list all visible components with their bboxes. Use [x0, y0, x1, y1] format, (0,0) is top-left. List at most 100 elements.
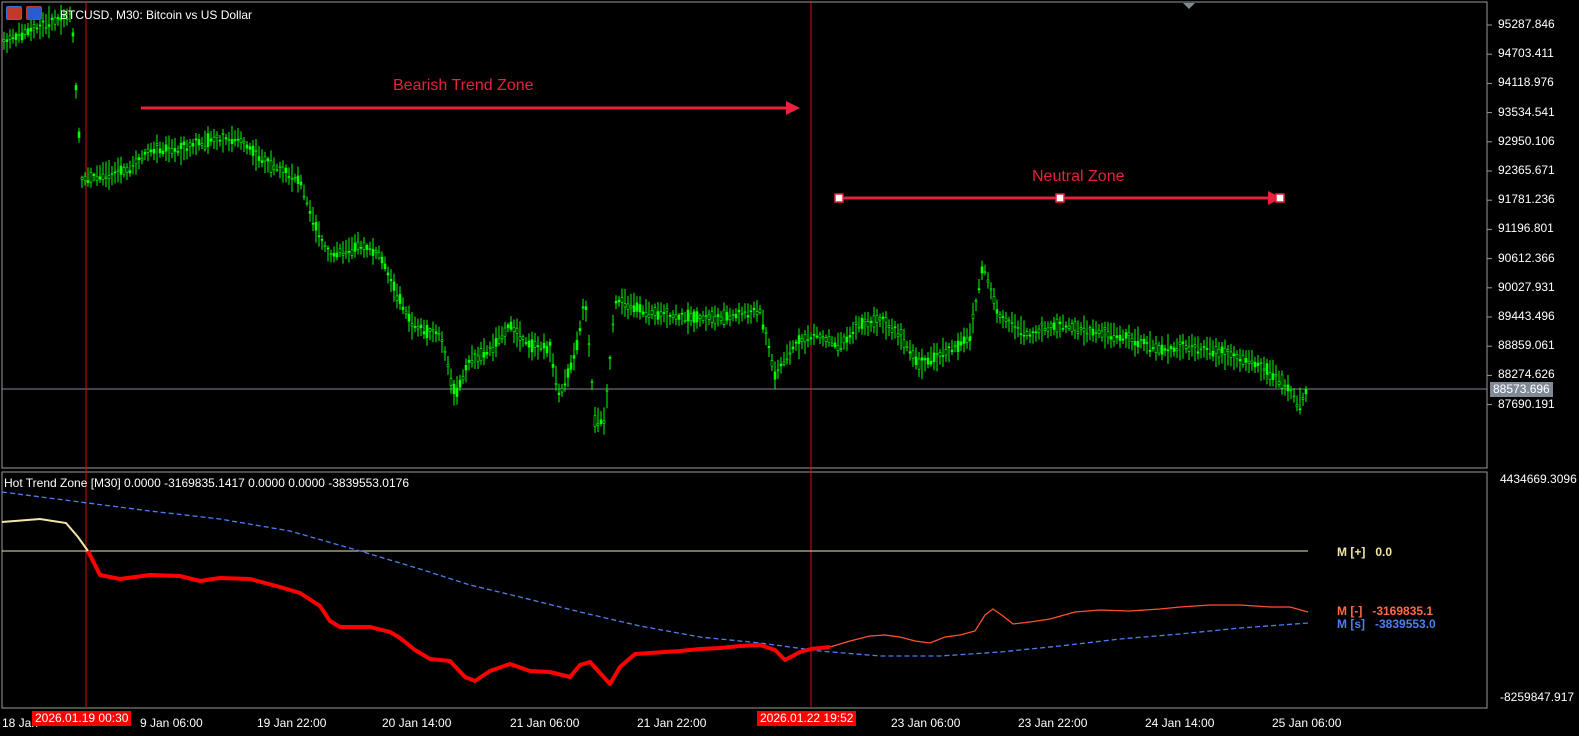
candle-body [1259, 362, 1263, 365]
candle-body [386, 272, 390, 276]
candle-body [581, 306, 585, 309]
candle-body [392, 281, 396, 291]
candle-body [725, 312, 729, 321]
candle-body [92, 173, 96, 176]
candle-body [1118, 335, 1122, 341]
neutral-zone-handle-end [1275, 193, 1285, 203]
candle-body [1154, 343, 1158, 353]
candle-body [560, 387, 564, 393]
candle-body [764, 331, 768, 335]
candle-body [953, 344, 957, 347]
price-axis-label: 94118.976 [1498, 75, 1554, 90]
price-axis-label: 88274.626 [1498, 367, 1555, 382]
candle-body [1088, 327, 1092, 330]
candle-body [1271, 373, 1275, 380]
candle-body [893, 326, 897, 329]
candle-body [419, 324, 423, 328]
candle-body [398, 293, 402, 304]
candle-body [650, 310, 654, 315]
candle-body [605, 389, 609, 392]
legend-m-minus-value: -3169835.1 [1372, 604, 1434, 618]
candle-body [1058, 321, 1062, 324]
candle-body [86, 180, 90, 183]
candle-body [17, 33, 21, 36]
candle-body [686, 309, 690, 322]
candle-body [854, 321, 858, 325]
candle-body [983, 271, 987, 274]
candle-body [188, 142, 192, 147]
candle-body [629, 305, 633, 309]
candle-body [1196, 351, 1200, 354]
candle-body [1121, 338, 1125, 341]
candle-body [290, 178, 294, 180]
candle-body [944, 349, 948, 356]
candle-body [998, 314, 1002, 318]
candle-body [584, 306, 588, 310]
candle-body [665, 308, 669, 312]
candle-body [491, 347, 495, 354]
price-axis-label: 93534.541 [1498, 104, 1555, 119]
candle-body [155, 143, 159, 146]
candle-body [950, 349, 954, 353]
candle-body [773, 371, 777, 380]
candle-body [1001, 316, 1005, 318]
candle-body [1223, 347, 1227, 355]
candle-body [311, 222, 315, 225]
candle-body [488, 346, 492, 349]
candle-body [578, 328, 582, 332]
candle-body [308, 211, 312, 214]
candle-body [224, 137, 228, 140]
candle-body [461, 376, 465, 381]
candle-body [167, 147, 171, 150]
candle-body [104, 176, 108, 179]
indicator-axis-top: 4434669.3096 [1500, 472, 1577, 486]
candle-body [1079, 327, 1083, 330]
candle-body [287, 176, 291, 178]
candle-body [320, 239, 324, 241]
candle-body [881, 316, 885, 319]
candle-body [659, 311, 663, 317]
candle-body [713, 315, 717, 325]
candle-body [38, 24, 42, 27]
candle-body [257, 156, 261, 161]
candle-body [131, 165, 135, 167]
candle-body [1136, 341, 1140, 348]
candle-body [932, 352, 936, 363]
candle-body [947, 346, 951, 349]
candle-body [140, 157, 144, 161]
candle-body [428, 328, 432, 332]
candle-body [1202, 346, 1206, 348]
candle-body [1205, 347, 1209, 351]
candle-body [1274, 374, 1278, 377]
candle-body [782, 361, 786, 365]
candle-body [404, 310, 408, 315]
candle-body [497, 338, 501, 344]
price-axis-label: 88859.061 [1498, 338, 1555, 353]
candle-body [1187, 346, 1191, 352]
candle-body [479, 348, 483, 362]
candle-body [1031, 331, 1035, 333]
candle-body [566, 368, 570, 378]
candle-body [359, 247, 363, 249]
candle-body [77, 131, 81, 138]
candle-body [1034, 331, 1038, 334]
candle-body [263, 156, 267, 162]
candle-body [929, 360, 933, 365]
candle-body [233, 139, 237, 142]
candle-body [389, 279, 393, 282]
price-axis-label: 89443.496 [1498, 309, 1555, 323]
trade-panel-icon[interactable] [6, 6, 22, 20]
candle-body [1289, 388, 1293, 391]
neutral-zone-handle-mid [1055, 193, 1065, 203]
candle-body [1226, 349, 1230, 352]
candle-body [1076, 331, 1080, 334]
candle-body [245, 144, 249, 149]
candle-body [74, 85, 78, 91]
candle-body [776, 369, 780, 372]
symbol-icon[interactable] [26, 6, 42, 20]
candle-body [554, 383, 558, 386]
candle-body [323, 244, 327, 247]
candle-body [590, 381, 594, 383]
candle-body [515, 327, 519, 334]
candle-body [830, 343, 834, 346]
